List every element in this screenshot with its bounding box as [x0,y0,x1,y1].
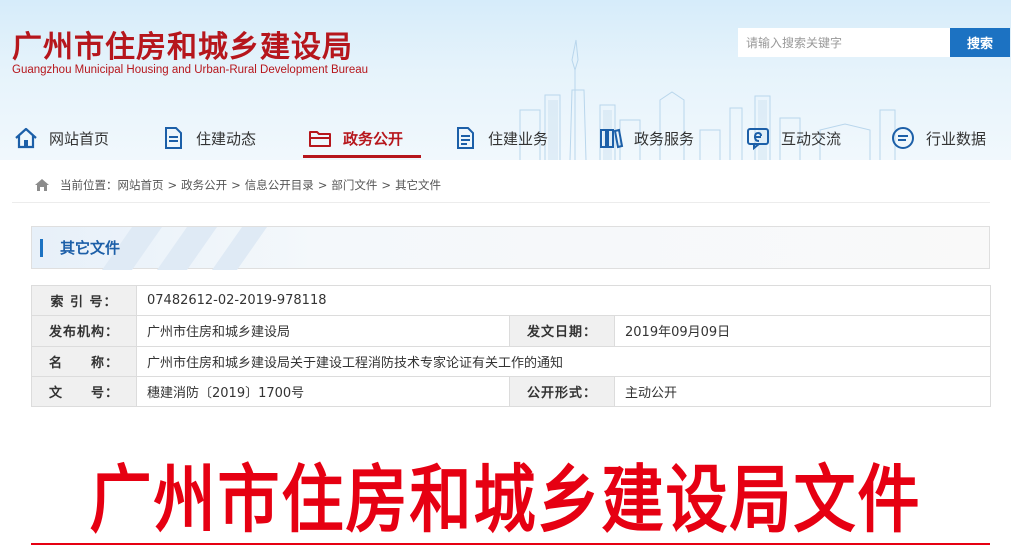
name-label: 名 称： [31,345,137,377]
table-row: 索 引 号： 07482612-02-2019-978118 [31,284,992,317]
nav-label: 互动交流 [781,129,842,148]
breadcrumb-prefix: 当前位置： [60,178,118,192]
books-icon [600,128,624,149]
table-row: 文 号： 穗建消防〔2019〕1700号 公开形式： 主动公开 [31,375,992,408]
nav-item-industry-data[interactable]: 行业数据 [890,116,986,160]
nav-item-public-affairs[interactable]: 政务公开 [307,116,403,160]
document-icon [165,127,182,149]
breadcrumb-other-docs[interactable]: 其它文件 [395,177,441,193]
breadcrumb-separator: > [317,178,328,192]
section-accent [40,239,43,257]
publisher-value: 广州市住房和城乡建设局 [136,315,510,347]
main-nav: 网站首页 住建动态 政务公开 住建业务 政务服务 互动交流 行业数据 [0,116,1011,160]
breadcrumb-separator: > [231,178,241,192]
folder-icon [309,131,331,147]
breadcrumb-separator: > [167,178,178,192]
nav-label: 政务公开 [343,129,404,148]
docno-label: 文 号： [31,375,137,408]
e-chat-icon [747,128,769,151]
breadcrumb-public-affairs[interactable]: 政务公开 [181,177,227,193]
nav-label: 行业数据 [926,129,987,148]
publisher-label: 发布机构： [31,315,137,347]
nav-item-news[interactable]: 住建动态 [160,116,256,160]
table-row: 名 称： 广州市住房和城乡建设局关于建设工程消防技术专家论证有关工作的通知 [31,345,992,377]
date-value: 2019年09月09日 [613,315,992,347]
home-icon [35,179,49,191]
nav-item-interaction[interactable]: 互动交流 [745,116,841,160]
breadcrumb-divider [12,202,990,203]
breadcrumb-catalog[interactable]: 信息公开目录 [245,177,314,193]
chat-bubble-icon [892,127,914,149]
document-header-title: 广州市住房和城乡建设局文件 [89,456,922,543]
search-input[interactable] [738,28,950,57]
document-info-table: 索 引 号： 07482612-02-2019-978118 发布机构： 广州市… [31,284,992,408]
document-list-icon [457,127,474,149]
index-label: 索 引 号： [31,284,137,317]
breadcrumb-department-docs[interactable]: 部门文件 [331,177,377,193]
site-title: 广州市住房和城乡建设局 [12,30,353,65]
active-nav-indicator [303,155,421,158]
breadcrumb: 当前位置： 网站首页 > 政务公开 > 信息公开目录 > 部门文件 > 其它文件 [34,176,441,194]
section-title: 其它文件 [60,239,121,257]
breadcrumb-separator: > [381,178,392,192]
nav-label: 住建业务 [488,129,549,148]
site-subtitle: Guangzhou Municipal Housing and Urban-Ru… [12,64,369,76]
nav-item-services[interactable]: 政务服务 [598,116,694,160]
table-row: 发布机构： 广州市住房和城乡建设局 发文日期： 2019年09月09日 [31,315,992,347]
home-icon [15,127,37,149]
nav-item-business[interactable]: 住建业务 [452,116,548,160]
nav-label: 网站首页 [49,129,110,148]
section-title-bar: 其它文件 [31,226,990,270]
form-label: 公开形式： [509,375,615,408]
nav-item-home[interactable]: 网站首页 [13,116,109,160]
search-button[interactable]: 搜索 [950,28,1010,57]
nav-label: 政务服务 [634,129,695,148]
index-value: 07482612-02-2019-978118 [135,284,992,317]
breadcrumb-home[interactable]: 网站首页 [118,177,164,193]
site-header: 广州市住房和城乡建设局 Guangzhou Municipal Housing … [0,0,1011,160]
form-value: 主动公开 [613,375,992,408]
document-red-rule [31,543,990,545]
nav-label: 住建动态 [196,129,257,148]
docno-value: 穗建消防〔2019〕1700号 [136,375,510,408]
date-label: 发文日期： [509,315,615,347]
name-value: 广州市住房和城乡建设局关于建设工程消防技术专家论证有关工作的通知 [135,345,992,377]
